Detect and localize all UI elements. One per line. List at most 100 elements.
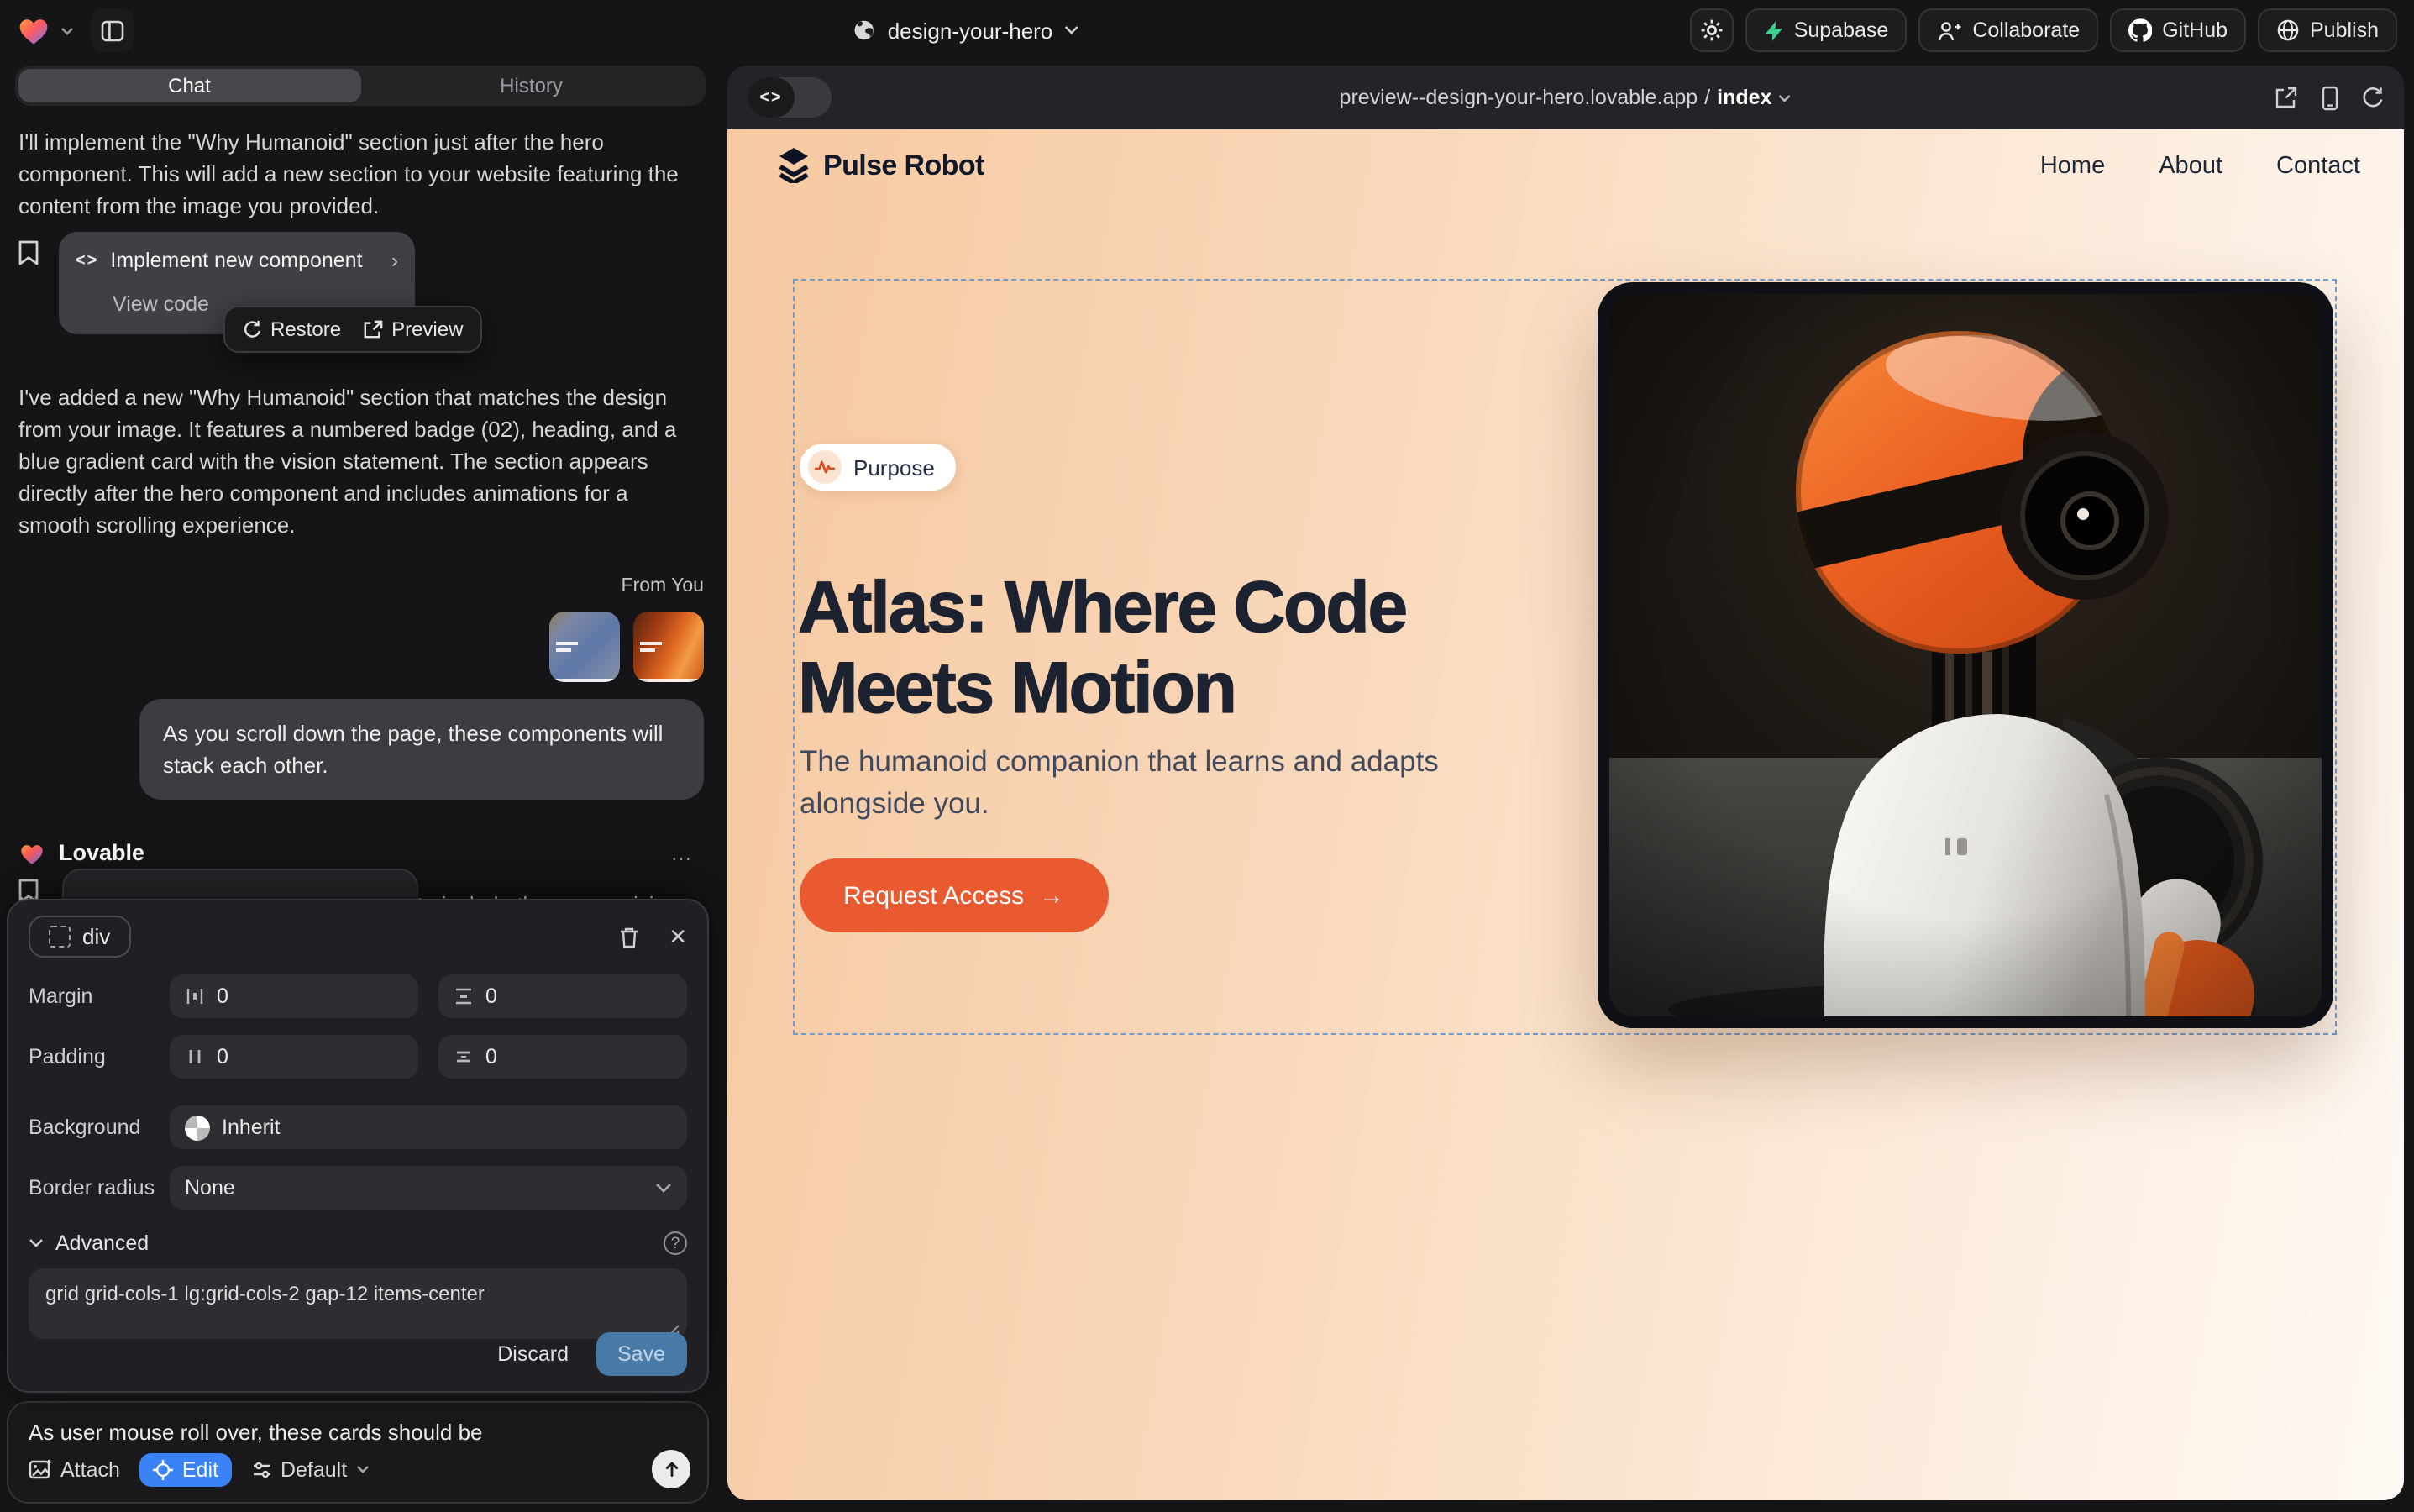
gear-icon [1700, 18, 1724, 42]
advanced-chevron-icon[interactable] [29, 1238, 44, 1248]
chevron-down-icon [655, 1183, 672, 1193]
site-logo[interactable]: Pulse Robot [778, 148, 984, 183]
chevron-down-icon [1778, 93, 1792, 102]
publish-button[interactable]: Publish [2258, 8, 2397, 52]
chat-composer[interactable]: As user mouse roll over, these cards sho… [7, 1401, 709, 1504]
delete-element-button[interactable] [618, 925, 640, 948]
save-button[interactable]: Save [596, 1332, 687, 1376]
person-plus-icon [1937, 19, 1962, 41]
lovable-logo-heart-icon[interactable] [17, 15, 50, 45]
background-field[interactable]: Inherit [170, 1105, 687, 1149]
code-preview-toggle[interactable]: <> [748, 77, 832, 118]
sidebar-panel-icon [101, 19, 124, 41]
from-you-label: From You [18, 571, 704, 603]
advanced-label[interactable]: Advanced [55, 1231, 149, 1255]
restore-icon [242, 319, 262, 339]
pulse-icon [808, 450, 842, 484]
chat-panel: Chat History I'll implement the "Why Hum… [0, 60, 727, 1512]
sidebar-toggle-button[interactable] [91, 8, 134, 52]
margin-y-icon [454, 986, 474, 1006]
assistant-message: I'll implement the "Why Humanoid" sectio… [18, 126, 704, 222]
discard-button[interactable]: Discard [497, 1342, 569, 1366]
bookmark-icon[interactable] [18, 240, 39, 334]
version-popover: Restore Preview [223, 306, 481, 353]
hero-section-selected[interactable]: Purpose Atlas: Where Code Meets Motion T… [793, 279, 2337, 1035]
chat-history-tabs: Chat History [15, 66, 706, 106]
rendered-website: Pulse Robot Home About Contact Purpose A… [727, 129, 2404, 1500]
send-button[interactable] [652, 1450, 690, 1488]
message-menu-button[interactable]: … [670, 837, 694, 869]
attach-button[interactable]: Attach [29, 1457, 120, 1481]
restore-button[interactable]: Restore [242, 318, 341, 341]
arrow-up-icon [663, 1460, 680, 1478]
background-label: Background [29, 1116, 170, 1139]
advanced-classes-textarea[interactable]: grid grid-cols-1 lg:grid-cols-2 gap-12 i… [29, 1268, 687, 1339]
composer-input[interactable]: As user mouse roll over, these cards sho… [29, 1420, 687, 1445]
padding-y-icon [454, 1047, 474, 1067]
purpose-badge: Purpose [800, 444, 957, 491]
attachment-thumbnail-orange[interactable] [633, 612, 704, 682]
padding-x-icon [185, 1047, 205, 1067]
request-access-button[interactable]: Request Access → [800, 858, 1108, 932]
code-icon: <> [76, 245, 98, 277]
preview-toolbar: <> preview--design-your-hero.lovable.app… [727, 66, 2404, 129]
assistant-name: Lovable [59, 837, 144, 869]
margin-x-field[interactable] [170, 974, 418, 1018]
selected-element-chip[interactable]: div [29, 916, 130, 958]
hero-heading: Atlas: Where Code Meets Motion [798, 568, 1587, 729]
close-inspector-button[interactable]: ✕ [669, 926, 687, 948]
padding-label: Padding [29, 1045, 170, 1068]
help-icon[interactable]: ? [664, 1231, 687, 1255]
app-window: design-your-hero Supabase Co [0, 0, 2414, 1512]
element-inspector-panel: div ✕ Margin [7, 899, 709, 1393]
nav-link-about[interactable]: About [2159, 152, 2222, 179]
lovable-heart-icon [18, 841, 45, 864]
transparency-swatch-icon [185, 1115, 210, 1140]
project-name: design-your-hero [888, 18, 1053, 43]
margin-label: Margin [29, 984, 170, 1008]
site-navbar: Pulse Robot Home About Contact [778, 148, 2360, 183]
preview-page: index [1717, 86, 1771, 109]
chevron-right-icon: › [391, 245, 398, 277]
open-in-new-tab-button[interactable] [2275, 86, 2298, 109]
preview-url-bar[interactable]: preview--design-your-hero.lovable.app / … [1340, 86, 1792, 109]
padding-x-field[interactable] [170, 1035, 418, 1079]
code-icon: <> [748, 77, 795, 118]
dashed-selection-icon [49, 926, 71, 948]
border-radius-label: Border radius [29, 1176, 170, 1200]
preview-panel: <> preview--design-your-hero.lovable.app… [727, 66, 2404, 1500]
project-chevron-down-icon [1064, 25, 1079, 35]
attach-image-icon [29, 1458, 52, 1480]
edit-mode-button[interactable]: Edit [140, 1452, 232, 1486]
supabase-button[interactable]: Supabase [1745, 8, 1908, 52]
border-radius-select[interactable]: None [170, 1166, 687, 1210]
hero-subheading: The humanoid companion that learns and a… [800, 740, 1441, 824]
github-button[interactable]: GitHub [2110, 8, 2246, 52]
margin-y-field[interactable] [438, 974, 687, 1018]
sliders-icon [252, 1459, 272, 1479]
component-card-title: Implement new component [110, 245, 362, 277]
chevron-down-icon [355, 1465, 369, 1473]
hero-robot-card [1598, 282, 2333, 1028]
target-icon [154, 1459, 174, 1479]
arrow-right-icon: → [1039, 881, 1064, 910]
project-switcher[interactable]: design-your-hero [853, 18, 1080, 43]
settings-button[interactable] [1690, 8, 1734, 52]
padding-y-field[interactable] [438, 1035, 687, 1079]
external-link-icon [363, 319, 383, 339]
attachment-thumbnail-blue[interactable] [549, 612, 620, 682]
model-selector[interactable]: Default [252, 1457, 369, 1481]
tab-history[interactable]: History [360, 69, 702, 102]
collaborate-button[interactable]: Collaborate [1918, 8, 2098, 52]
mobile-view-button[interactable] [2322, 85, 2338, 110]
tab-chat[interactable]: Chat [18, 69, 360, 102]
nav-link-contact[interactable]: Contact [2276, 152, 2360, 179]
nav-link-home[interactable]: Home [2040, 152, 2105, 179]
workspace-chevron-down-icon[interactable] [60, 26, 74, 34]
refresh-button[interactable] [2362, 86, 2384, 109]
publish-globe-icon [2276, 18, 2300, 42]
user-message-bubble: As you scroll down the page, these compo… [139, 699, 704, 800]
preview-url: preview--design-your-hero.lovable.app [1340, 86, 1698, 109]
globe-icon [853, 18, 876, 42]
preview-button[interactable]: Preview [363, 318, 463, 341]
